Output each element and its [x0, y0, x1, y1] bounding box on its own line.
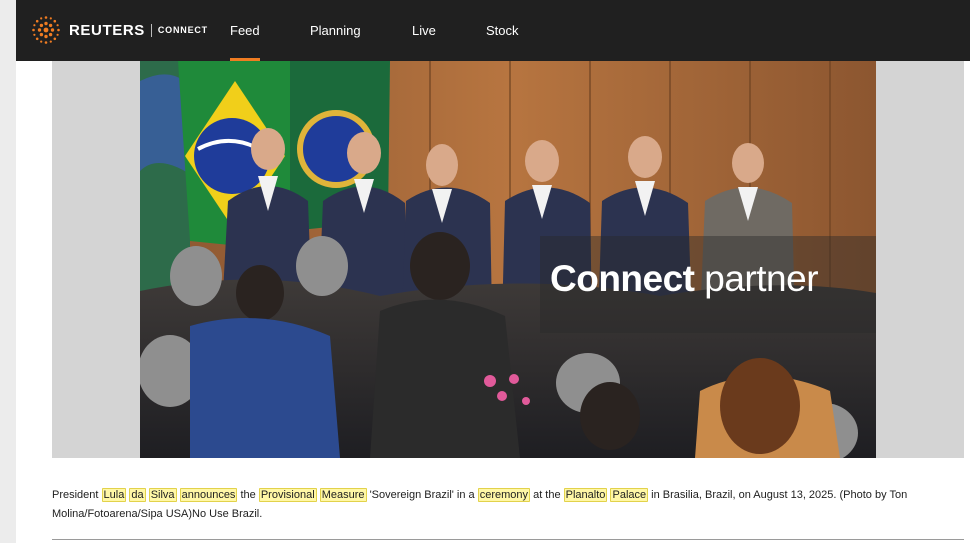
highlighted-term: ceremony: [477, 488, 531, 502]
nav-item-live[interactable]: Live: [412, 0, 436, 61]
highlighted-term: Silva: [148, 488, 177, 502]
page: REUTERS CONNECT Feed Planning Live Stock: [16, 0, 970, 543]
news-photo[interactable]: Connect partner: [140, 61, 876, 458]
reuters-dot-logo-icon: [32, 16, 60, 44]
nav-item-planning[interactable]: Planning: [310, 0, 361, 61]
photo-frame: Connect partner: [52, 61, 964, 458]
brand-divider: [150, 23, 152, 37]
reuters-connect-logo[interactable]: REUTERS CONNECT: [30, 14, 208, 46]
caption-text: President: [52, 489, 102, 501]
caption-text: the: [237, 489, 259, 501]
watermark-light-text: partner: [704, 258, 819, 299]
caption-divider: [52, 539, 964, 540]
connect-partner-watermark: Connect partner: [540, 236, 876, 333]
caption-text: at the: [530, 489, 564, 501]
highlighted-term: da: [129, 488, 146, 502]
nav-item-stock[interactable]: Stock: [486, 0, 519, 61]
highlighted-term: Measure: [319, 488, 367, 502]
highlighted-term: Lula: [101, 488, 127, 502]
highlighted-term: Provisional: [258, 488, 317, 502]
brand-subtitle: CONNECT: [157, 25, 208, 35]
highlighted-term: announces: [179, 488, 238, 502]
photo-caption: President Lula da Silva announces the Pr…: [52, 486, 924, 524]
highlighted-term: Palace: [610, 488, 649, 502]
watermark-bold-text: Connect: [550, 258, 695, 299]
highlighted-term: Planalto: [563, 488, 608, 502]
nav-item-feed[interactable]: Feed: [230, 0, 260, 61]
top-navigation-bar: REUTERS CONNECT Feed Planning Live Stock: [16, 0, 970, 61]
brand-name: REUTERS: [69, 21, 145, 39]
caption-text: 'Sovereign Brazil' in a: [366, 489, 478, 501]
